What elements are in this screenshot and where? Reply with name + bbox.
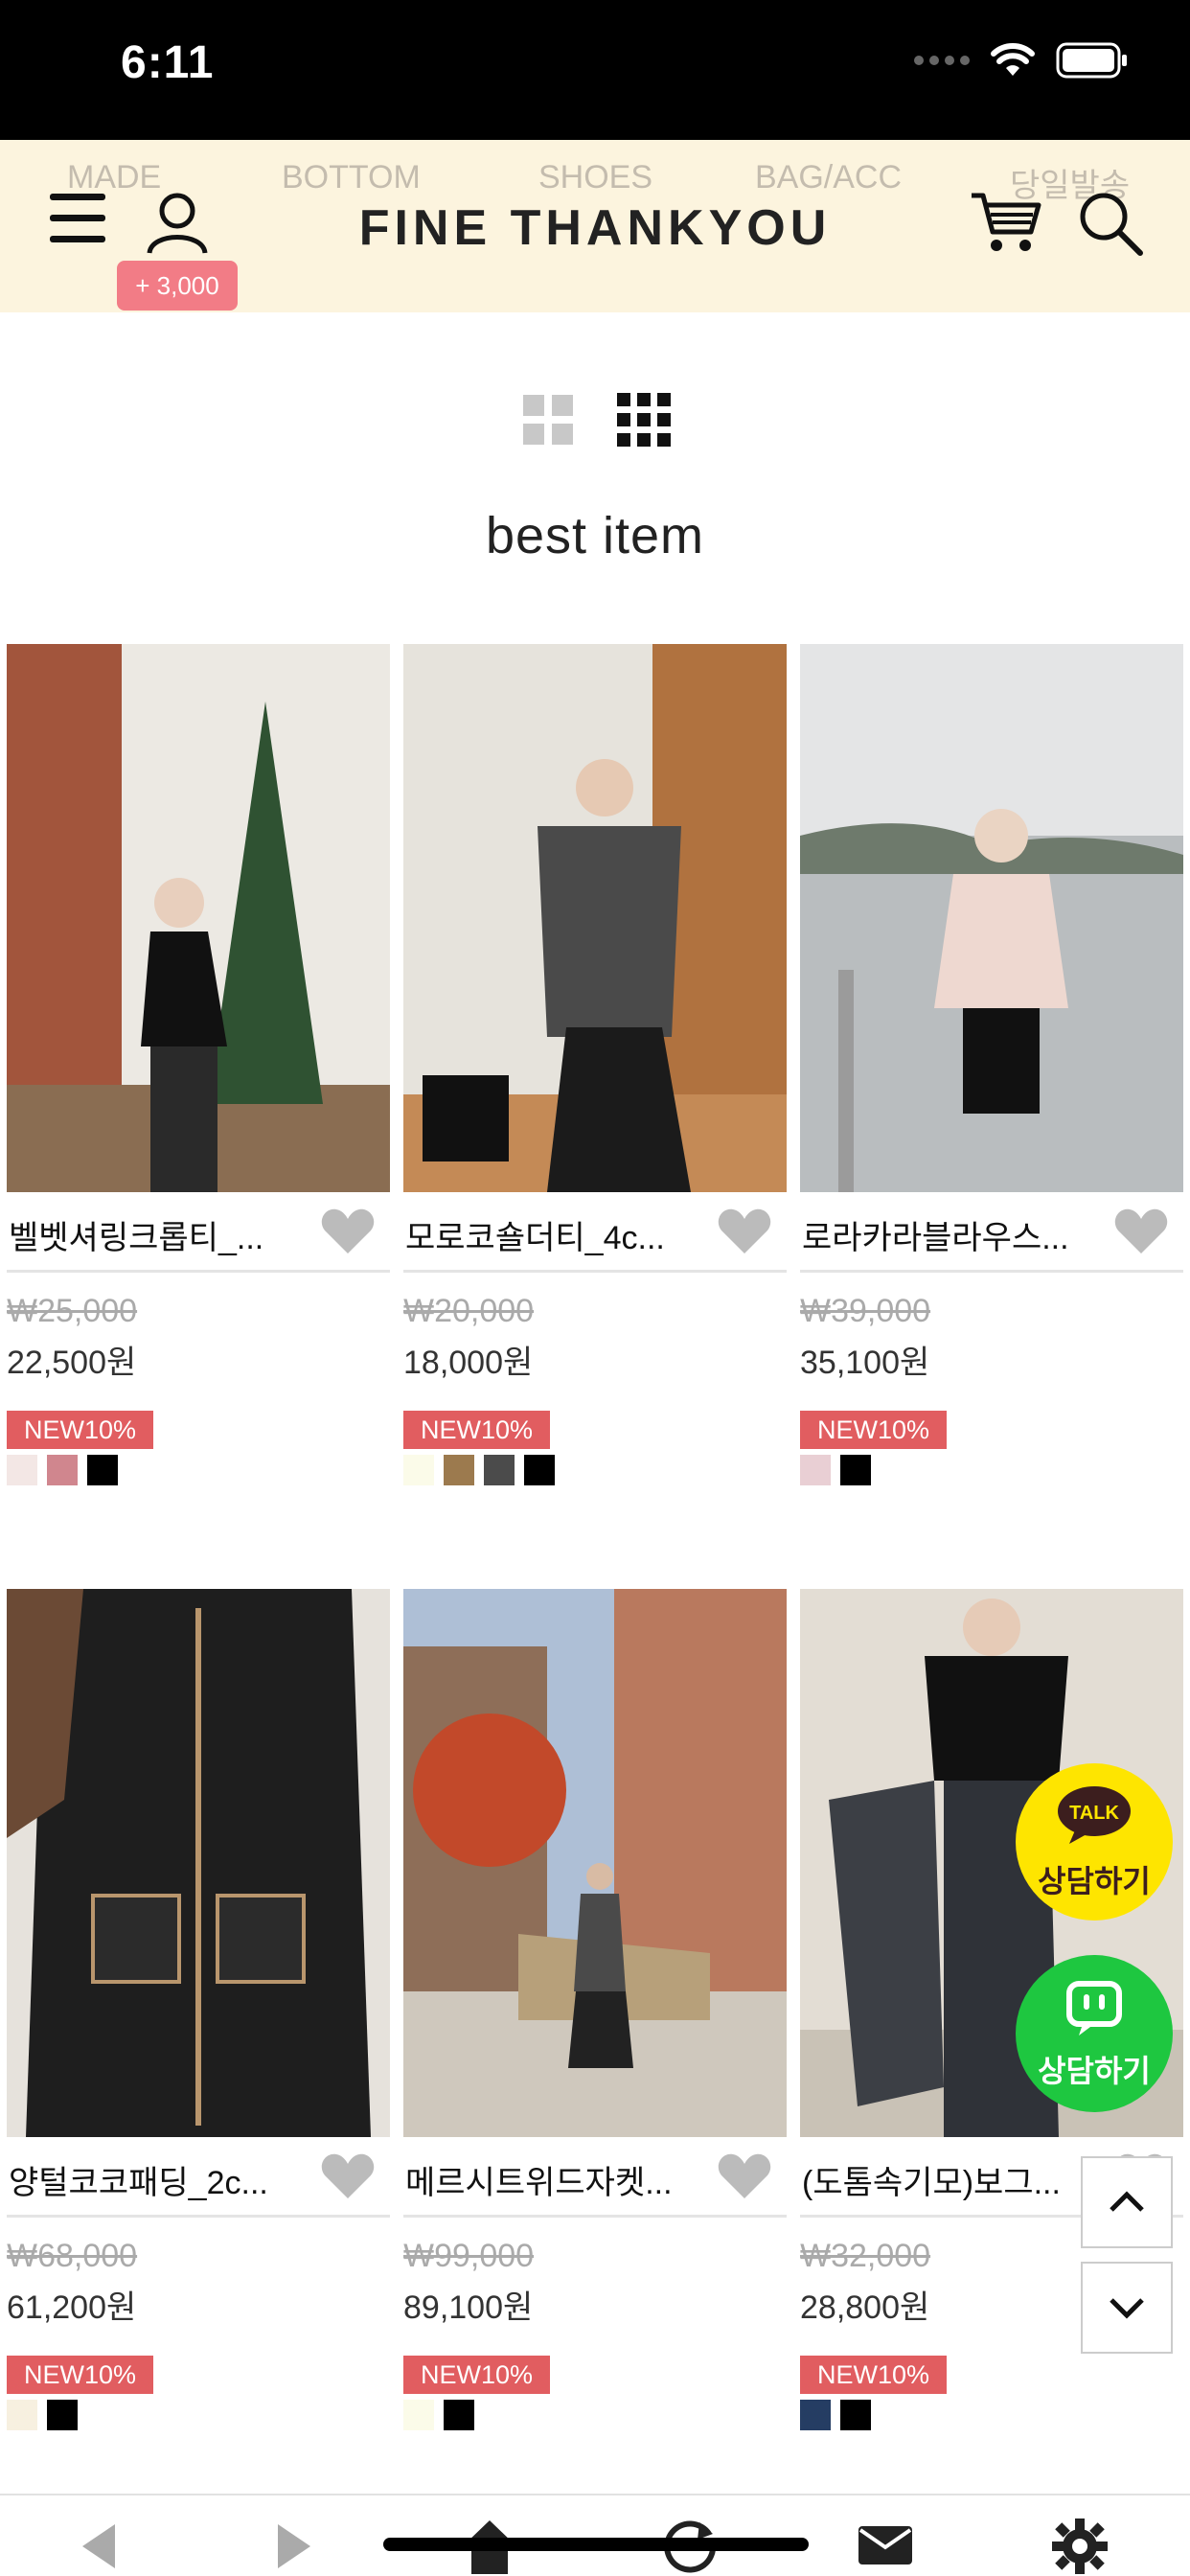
new-discount-badge: NEW10% <box>7 1411 154 1449</box>
product-image[interactable] <box>7 1589 390 2137</box>
color-swatch <box>403 1455 434 1485</box>
section-title: best item <box>485 507 705 564</box>
color-swatch <box>7 2400 37 2430</box>
talk-bubble-icon: TALK <box>1058 1786 1131 1844</box>
product-name[interactable]: 모로코숄더티_4c... <box>405 1211 693 1258</box>
color-swatch <box>87 1455 118 1485</box>
color-swatches <box>800 2400 1183 2430</box>
original-price: ₩25,000 <box>7 1293 138 1329</box>
new-discount-badge: NEW10% <box>7 2356 154 2394</box>
chat-consult-button[interactable]: 상담하기 <box>1016 1955 1173 2112</box>
scroll-top-button[interactable] <box>1081 2156 1173 2248</box>
back-icon[interactable] <box>79 2522 117 2570</box>
sale-price: 22,500원 <box>7 1345 137 1381</box>
color-swatch <box>47 1455 78 1485</box>
forward-icon[interactable] <box>276 2522 314 2570</box>
status-bar: 6:11 <box>0 0 1190 140</box>
product-name-row: 벨벳셔링크롭티_... <box>7 1192 390 1273</box>
category-bottom[interactable]: BOTTOM <box>282 159 421 196</box>
talk-consult-label: 상담하기 <box>1038 1864 1151 1898</box>
sale-price: 18,000원 <box>403 1345 534 1381</box>
cart-icon[interactable] <box>970 188 1042 261</box>
site-header: MADE BOTTOM SHOES BAG/ACC 당일발송 + 3,000 F… <box>0 140 1190 312</box>
sale-price: 61,200원 <box>7 2289 137 2326</box>
wishlist-heart-icon[interactable] <box>321 2152 375 2200</box>
wishlist-heart-icon[interactable] <box>718 1208 771 1255</box>
chevron-down-icon <box>1110 2298 1144 2319</box>
new-discount-badge: NEW10% <box>403 2356 551 2394</box>
product-image[interactable] <box>7 644 390 1192</box>
color-swatch <box>444 1455 474 1485</box>
product-name[interactable]: 양털코코패딩_2c... <box>9 2156 296 2203</box>
color-swatch <box>524 1455 555 1485</box>
color-swatch <box>47 2400 78 2430</box>
product-card[interactable]: 모로코숄더티_4c... ₩20,000 18,000원 NEW10% <box>403 644 787 1485</box>
home-indicator[interactable] <box>383 2538 809 2551</box>
color-swatch <box>840 1455 871 1485</box>
status-time: 6:11 <box>121 37 215 88</box>
product-image[interactable] <box>403 644 787 1192</box>
product-card[interactable]: 벨벳셔링크롭티_... ₩25,000 22,500원 NEW10% <box>7 644 390 1485</box>
new-discount-badge: NEW10% <box>403 1411 551 1449</box>
point-badge: + 3,000 <box>117 261 238 310</box>
color-swatches <box>403 1455 787 1485</box>
sale-price: 35,100원 <box>800 1345 930 1381</box>
grid-2-view-icon[interactable] <box>523 395 573 445</box>
new-discount-badge: NEW10% <box>800 1411 948 1449</box>
product-card[interactable]: 양털코코패딩_2c... ₩68,000 61,200원 NEW10% <box>7 1589 390 2430</box>
new-discount-badge: NEW10% <box>800 2356 948 2394</box>
product-image[interactable] <box>800 644 1183 1192</box>
color-swatch <box>444 2400 474 2430</box>
product-name-row: 양털코코패딩_2c... <box>7 2137 390 2218</box>
original-price: ₩39,000 <box>800 1293 931 1329</box>
original-price: ₩20,000 <box>403 1293 535 1329</box>
svg-text:TALK: TALK <box>1069 1803 1119 1824</box>
signal-icon <box>914 56 970 65</box>
color-swatches <box>7 1455 390 1485</box>
sale-price: 89,100원 <box>403 2289 534 2326</box>
product-image[interactable] <box>403 1589 787 2137</box>
color-swatch <box>484 1455 515 1485</box>
product-name[interactable]: 메르시트위드자켓... <box>405 2156 693 2203</box>
product-card[interactable]: 로라카라블라우스... ₩39,000 35,100원 NEW10% <box>800 644 1183 1485</box>
product-name-row: 메르시트위드자켓... <box>403 2137 787 2218</box>
product-name[interactable]: (도톰속기모)보그... <box>802 2156 1089 2203</box>
color-swatches <box>403 2400 787 2430</box>
wifi-icon <box>991 43 1035 76</box>
battery-icon <box>1056 42 1127 79</box>
chat-consult-label: 상담하기 <box>1038 2054 1151 2088</box>
color-swatch <box>800 1455 831 1485</box>
grid-3-view-icon[interactable] <box>617 393 671 447</box>
color-swatch <box>800 2400 831 2430</box>
wishlist-heart-icon[interactable] <box>1114 1208 1168 1255</box>
color-swatch <box>403 2400 434 2430</box>
settings-gear-icon[interactable] <box>1052 2518 1108 2574</box>
original-price: ₩68,000 <box>7 2238 138 2274</box>
kakao-talk-consult-button[interactable]: TALK 상담하기 <box>1016 1763 1173 1920</box>
mail-icon[interactable] <box>858 2526 912 2564</box>
original-price: ₩99,000 <box>403 2238 535 2274</box>
wishlist-heart-icon[interactable] <box>321 1208 375 1255</box>
search-icon[interactable] <box>1077 190 1144 257</box>
category-bag-acc[interactable]: BAG/ACC <box>755 159 902 196</box>
color-swatch <box>840 2400 871 2430</box>
chat-icon <box>1066 1981 1122 2036</box>
category-shoes[interactable]: SHOES <box>538 159 652 196</box>
color-swatches <box>7 2400 390 2430</box>
status-indicators <box>914 42 1129 79</box>
color-swatches <box>800 1455 1183 1485</box>
wishlist-heart-icon[interactable] <box>718 2152 771 2200</box>
product-card[interactable]: 메르시트위드자켓... ₩99,000 89,100원 NEW10% <box>403 1589 787 2430</box>
scroll-bottom-button[interactable] <box>1081 2262 1173 2354</box>
bottom-nav-bar <box>0 2494 1190 2576</box>
product-name[interactable]: 로라카라블라우스... <box>802 1211 1089 1258</box>
product-name[interactable]: 벨벳셔링크롭티_... <box>9 1211 296 1258</box>
color-swatch <box>7 1455 37 1485</box>
product-name-row: 모로코숄더티_4c... <box>403 1192 787 1273</box>
chevron-up-icon <box>1110 2191 1144 2212</box>
product-name-row: 로라카라블라우스... <box>800 1192 1183 1273</box>
